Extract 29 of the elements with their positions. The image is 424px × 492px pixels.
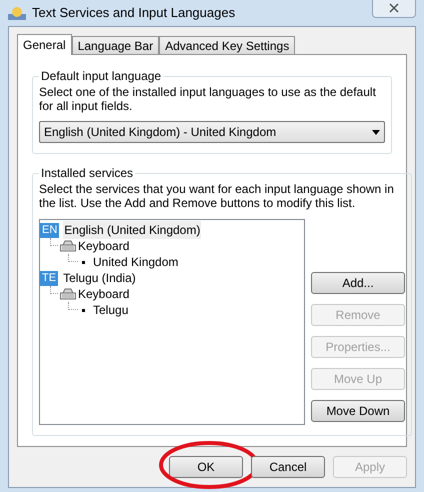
close-icon (389, 3, 399, 13)
tab[interactable]: General (17, 34, 72, 55)
tab[interactable]: Advanced Key Settings (159, 36, 296, 54)
description-text: Select one of the installed input languages to use as the default for all input fields. (39, 85, 377, 113)
tree-item[interactable]: Keyboard (78, 237, 130, 255)
language-badge: TE (40, 270, 58, 286)
language-dropdown[interactable]: English (United Kingdom) - United Kingdom (39, 121, 385, 143)
dialog-button[interactable]: Cancel (251, 456, 325, 478)
bullet-icon (82, 260, 85, 264)
window-title: Text Services and Input Languages (32, 4, 236, 22)
dialog-button[interactable]: Add... (311, 272, 405, 294)
group-heading: Default input language (40, 68, 162, 85)
tree-item[interactable]: Telugu (India) (62, 269, 137, 287)
tree-item[interactable]: Telugu (93, 301, 128, 319)
tab[interactable]: Language Bar (72, 36, 160, 54)
language-badge: EN (40, 222, 60, 238)
group-heading: Installed services (40, 165, 134, 182)
tree-item[interactable]: Keyboard (78, 285, 130, 303)
caret-icon (372, 130, 380, 134)
description-text: Select the services that you want for each input language shown in the list. Use the Add and Remove buttons to modify this list. (39, 182, 395, 210)
app-icon (8, 6, 26, 20)
keyboard-icon (60, 240, 76, 252)
ok-button[interactable]: OK (169, 456, 243, 478)
keyboard-icon (60, 288, 76, 300)
bullet-icon (82, 308, 85, 312)
close-button[interactable] (372, 0, 416, 18)
dialog-button[interactable]: Move Down (311, 400, 405, 422)
tree-item[interactable]: United Kingdom (93, 253, 178, 271)
tree-item[interactable]: English (United Kingdom) (63, 221, 202, 239)
